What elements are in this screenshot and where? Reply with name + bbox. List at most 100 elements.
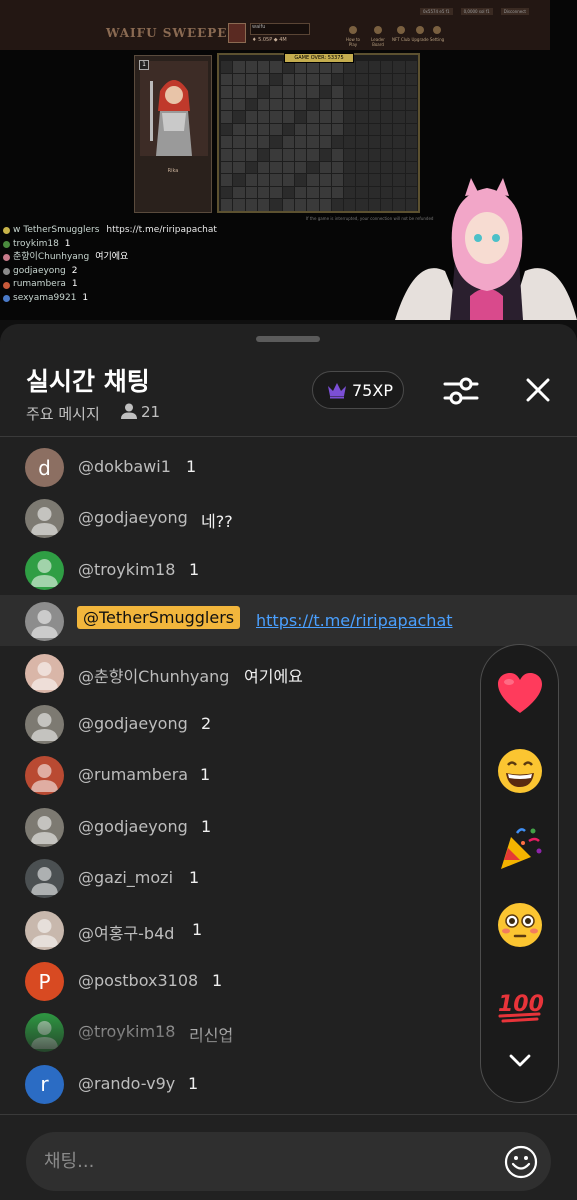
board-cell — [405, 73, 417, 86]
overlay-username: rumambera — [13, 279, 66, 290]
board-cell — [319, 86, 331, 98]
board-cell — [221, 199, 233, 211]
chevron-down-icon[interactable] — [505, 1045, 535, 1075]
overlay-username: godjaeyong — [13, 265, 66, 276]
board-cell — [270, 186, 282, 199]
board-cell — [368, 186, 381, 199]
board-cell — [294, 86, 307, 98]
board-cell — [282, 136, 294, 149]
game-nav-leader-board: Leader Board — [368, 26, 388, 47]
stream-video[interactable]: WAIFU SWEEPER waifu ♦ 5.05P ◆ 4M How to … — [0, 0, 577, 320]
username[interactable]: @godjaeyong — [78, 714, 188, 733]
board-cell — [331, 86, 344, 98]
avatar[interactable] — [25, 653, 64, 693]
avatar[interactable]: d — [25, 448, 64, 487]
overlay-message: 여기에요 — [95, 252, 129, 263]
character-level: 1 — [139, 60, 149, 70]
board-cell — [331, 149, 344, 161]
username[interactable]: @rando-v9y — [78, 1074, 175, 1093]
username[interactable]: @troykim18 — [78, 560, 175, 579]
avatar[interactable] — [25, 705, 64, 744]
board-cell — [307, 111, 319, 123]
stream-overlay-chat: w TetherSmugglers https://t.me/riripapacha… — [3, 224, 217, 306]
board-cell — [368, 111, 381, 123]
avatar[interactable] — [25, 499, 64, 539]
chat-message[interactable]: @godjaeyong 네?? — [0, 492, 577, 543]
message-text: 1 — [189, 559, 200, 579]
message-text: 1 — [192, 919, 203, 939]
message-text: 2 — [201, 714, 212, 733]
board-cell — [356, 174, 368, 186]
chat-message[interactable]: d @dokbawi1 1 — [0, 441, 577, 492]
xp-button[interactable]: 75XP — [312, 371, 404, 409]
board-cell — [233, 149, 245, 161]
board-cell — [245, 98, 257, 111]
board-cell — [270, 61, 282, 73]
board-cell — [257, 61, 270, 73]
character-portrait — [140, 61, 208, 156]
board-cell — [221, 186, 233, 199]
board-cell — [356, 73, 368, 86]
board-cell — [307, 186, 319, 199]
chat-message[interactable]: @TetherSmugglers https://t.me/riripapacha… — [0, 595, 577, 647]
board-cell — [331, 73, 344, 86]
avatar[interactable] — [25, 602, 64, 642]
chat-input[interactable] — [26, 1132, 551, 1191]
flushed-face-icon[interactable] — [495, 900, 545, 950]
hundred-points-icon[interactable]: 100 — [495, 978, 545, 1028]
minesweeper-board: GAME OVER: 53375 — [217, 53, 420, 213]
avatar[interactable] — [25, 1013, 64, 1053]
overlay-avatar — [3, 281, 10, 289]
username[interactable]: @godjaeyong — [78, 508, 188, 527]
board-cell — [381, 136, 393, 149]
board-cell — [307, 123, 319, 136]
avatar[interactable] — [25, 910, 64, 950]
chat-message[interactable]: @troykim18 1 — [0, 544, 577, 595]
avatar[interactable]: r — [25, 1064, 64, 1104]
board-cell — [245, 73, 257, 86]
board-cell — [221, 98, 233, 111]
drag-handle[interactable] — [256, 336, 320, 342]
board-cell — [319, 186, 331, 199]
message-text: 1 — [188, 1073, 199, 1093]
board-cell — [381, 73, 393, 86]
character-name: Rika — [167, 168, 179, 174]
board-cell — [233, 174, 245, 186]
message-text: 리신업 — [189, 1026, 234, 1046]
message-link[interactable]: https://t.me/riripapachat — [256, 611, 453, 630]
chat-mode-selector[interactable]: 주요 메시지 — [26, 403, 100, 424]
username[interactable]: @TetherSmugglers — [77, 606, 241, 630]
avatar[interactable] — [25, 550, 64, 590]
username[interactable]: @dokbawi1 — [78, 457, 171, 476]
avatar[interactable] — [25, 859, 64, 899]
board-cell — [307, 149, 319, 161]
username[interactable]: @gazi_mozi — [78, 868, 173, 887]
username[interactable]: @여홍구-b4d — [78, 920, 174, 944]
board-cell — [257, 174, 270, 186]
grinning-face-icon[interactable] — [495, 746, 545, 796]
board-cell — [405, 61, 417, 73]
username[interactable]: @troykim18 — [78, 1022, 175, 1041]
board-cell — [368, 86, 381, 98]
emoji-icon[interactable] — [504, 1145, 538, 1179]
avatar[interactable] — [25, 756, 64, 796]
username[interactable]: @rumambera — [78, 765, 188, 784]
board-cell — [405, 149, 417, 161]
board-cell — [282, 98, 294, 111]
heart-icon[interactable] — [495, 669, 545, 719]
board-cell — [319, 161, 331, 174]
username[interactable]: @postbox3108 — [78, 971, 198, 990]
party-popper-icon[interactable] — [495, 823, 545, 873]
overlay-message: 1 — [71, 279, 78, 290]
username[interactable]: @춘향이Chunhyang — [78, 663, 229, 687]
username[interactable]: @godjaeyong — [78, 817, 188, 836]
message-text: 네?? — [201, 512, 233, 532]
close-icon[interactable] — [521, 373, 555, 407]
filter-sliders-icon[interactable] — [441, 371, 481, 411]
avatar[interactable]: P — [25, 962, 64, 1001]
overlay-avatar — [3, 240, 10, 248]
avatar[interactable] — [25, 807, 64, 847]
board-cell — [221, 86, 233, 98]
board-cell — [381, 199, 393, 211]
board-cell — [381, 111, 393, 123]
